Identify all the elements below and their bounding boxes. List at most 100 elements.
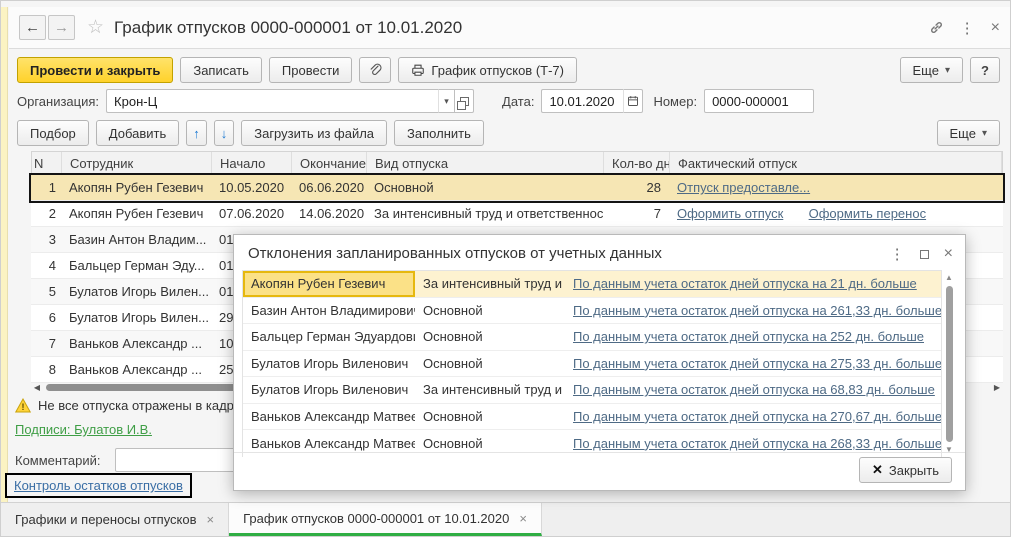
- cell-employee: Акопян Рубен Гезевич: [61, 180, 211, 195]
- move-up-button[interactable]: ↑: [186, 120, 207, 146]
- attachments-button[interactable]: [359, 57, 391, 83]
- dialog-scrollbar-thumb[interactable]: [946, 286, 953, 442]
- deviation-row[interactable]: Базин Антон Владимирович Основной По дан…: [243, 298, 941, 325]
- table-more-button[interactable]: Еще▾: [937, 120, 1000, 146]
- number-label: Номер:: [653, 94, 697, 109]
- add-label: Добавить: [109, 126, 166, 141]
- pick-button[interactable]: Подбор: [17, 120, 89, 146]
- cell-end: 06.06.2020: [291, 180, 366, 195]
- fill-button[interactable]: Заполнить: [394, 120, 484, 146]
- forward-button[interactable]: →: [48, 15, 75, 40]
- column-header-type[interactable]: Вид отпуска: [367, 152, 604, 174]
- calendar-button[interactable]: [623, 89, 643, 113]
- toolbar-more-button[interactable]: Еще▾: [900, 57, 963, 83]
- tab-close-icon[interactable]: ×: [519, 511, 527, 526]
- vacation-balance-control-link[interactable]: Контроль остатков отпусков: [14, 478, 183, 493]
- deviation-row[interactable]: Булатов Игорь Виленович За интенсивный т…: [243, 377, 941, 404]
- chevron-down-icon: ▾: [982, 128, 987, 139]
- cell-end: 14.06.2020: [291, 206, 366, 221]
- column-header-start[interactable]: Начало: [212, 152, 292, 174]
- organization-open-button[interactable]: [455, 89, 474, 113]
- get-link-icon[interactable]: [929, 20, 944, 35]
- column-header-days[interactable]: Кол-во дн.: [604, 152, 670, 174]
- fact-vacation-link[interactable]: Оформить отпуск: [677, 206, 805, 221]
- column-header-fact[interactable]: Фактический отпуск: [670, 152, 1002, 174]
- post-and-close-button[interactable]: Провести и закрыть: [17, 57, 173, 83]
- window-close-icon[interactable]: ×: [991, 19, 1000, 37]
- organization-dropdown-button[interactable]: ▾: [438, 89, 455, 113]
- deviation-link[interactable]: По данным учета остаток дней отпуска на …: [573, 409, 941, 424]
- add-button[interactable]: Добавить: [96, 120, 179, 146]
- column-header-n[interactable]: N: [32, 152, 62, 174]
- load-from-file-button[interactable]: Загрузить из файла: [241, 120, 387, 146]
- dialog-maximize-icon[interactable]: [920, 250, 929, 259]
- tab-vacation-schedule-document[interactable]: График отпусков 0000-000001 от 10.01.202…: [229, 503, 542, 536]
- deviation-link[interactable]: По данным учета остаток дней отпуска на …: [573, 356, 941, 371]
- load-from-file-label: Загрузить из файла: [254, 126, 374, 141]
- printer-icon: [411, 63, 425, 77]
- deviation-link[interactable]: По данным учета остаток дней отпуска на …: [573, 382, 935, 397]
- cell-employee: Акопян Рубен Гезевич: [243, 271, 415, 297]
- warning-text: Не все отпуска отражены в кадро: [38, 398, 241, 413]
- table-row[interactable]: 2 Акопян Рубен Гезевич 07.06.2020 14.06.…: [31, 201, 1003, 227]
- favorite-star-icon[interactable]: ☆: [87, 16, 104, 39]
- paperclip-icon: [368, 63, 382, 77]
- deviation-row[interactable]: Ваньков Александр Матвее... Основной По …: [243, 404, 941, 431]
- date-value: 10.01.2020: [549, 94, 614, 109]
- deviation-link[interactable]: По данным учета остаток дней отпуска на …: [573, 329, 924, 344]
- pick-label: Подбор: [30, 126, 76, 141]
- column-header-employee[interactable]: Сотрудник: [62, 152, 212, 174]
- post-button[interactable]: Провести: [269, 57, 353, 83]
- chevron-down-icon: ▾: [945, 65, 950, 76]
- tab-vacation-schedules-list[interactable]: Графики и переносы отпусков ×: [1, 503, 229, 536]
- deviation-row[interactable]: Бальцер Герман Эдуардович Основной По да…: [243, 324, 941, 351]
- organization-label: Организация:: [17, 94, 99, 109]
- move-down-button[interactable]: ↓: [214, 120, 235, 146]
- cell-n: 2: [31, 206, 61, 221]
- cell-vacation-type: Основной: [415, 436, 565, 451]
- post-label: Провести: [282, 63, 340, 78]
- save-button[interactable]: Записать: [180, 57, 262, 83]
- organization-input[interactable]: Крон-Ц: [106, 89, 438, 113]
- column-header-end[interactable]: Окончание: [292, 152, 367, 174]
- help-button[interactable]: ?: [970, 57, 1000, 83]
- cell-n: 6: [31, 310, 61, 325]
- scroll-left-icon[interactable]: ◀: [31, 383, 43, 392]
- cell-employee: Булатов Игорь Виленович: [243, 351, 415, 377]
- table-row-selected[interactable]: 1 Акопян Рубен Гезевич 10.05.2020 06.06.…: [31, 175, 1003, 201]
- deviation-link[interactable]: По данным учета остаток дней отпуска на …: [573, 303, 941, 318]
- date-input[interactable]: 10.01.2020: [541, 89, 623, 113]
- organization-value: Крон-Ц: [114, 94, 157, 109]
- dialog-close-icon[interactable]: ×: [944, 245, 953, 263]
- table-header: N Сотрудник Начало Окончание Вид отпуска…: [31, 151, 1003, 175]
- post-and-close-label: Провести и закрыть: [30, 63, 160, 78]
- fact-vacation-link[interactable]: Отпуск предоставле...: [677, 180, 810, 195]
- deviation-link[interactable]: По данным учета остаток дней отпуска на …: [573, 276, 917, 291]
- scroll-right-icon[interactable]: ▶: [991, 383, 1003, 392]
- dialog-close-button[interactable]: ✕ Закрыть: [859, 457, 952, 483]
- vacation-balance-control-focus-box: Контроль остатков отпусков: [5, 473, 192, 498]
- fact-transfer-link[interactable]: Оформить перенос: [809, 206, 926, 221]
- back-button[interactable]: ←: [19, 15, 46, 40]
- cell-employee: Ваньков Александр ...: [61, 336, 211, 351]
- dialog-menu-icon[interactable]: ⋮: [890, 245, 905, 263]
- cell-type: Основной: [366, 180, 603, 195]
- deviation-row-selected[interactable]: Акопян Рубен Гезевич За интенсивный труд…: [243, 271, 941, 298]
- deviation-link[interactable]: По данным учета остаток дней отпуска на …: [573, 436, 941, 451]
- fill-label: Заполнить: [407, 126, 471, 141]
- tab-close-icon[interactable]: ×: [207, 512, 215, 527]
- cell-vacation-type: За интенсивный труд и отве...: [415, 382, 565, 397]
- cell-vacation-type: Основной: [415, 409, 565, 424]
- open-windows-tabbar: Графики и переносы отпусков × График отп…: [1, 502, 1010, 536]
- print-t7-button[interactable]: График отпусков (Т-7): [398, 57, 577, 83]
- number-input[interactable]: 0000-000001: [704, 89, 814, 113]
- signatures-link[interactable]: Подписи: Булатов И.В.: [15, 422, 152, 437]
- window-menu-icon[interactable]: ⋮: [960, 19, 975, 37]
- deviation-row[interactable]: Булатов Игорь Виленович Основной По данн…: [243, 351, 941, 378]
- dialog-vertical-scrollbar[interactable]: ▲ ▼: [943, 273, 955, 455]
- cell-vacation-type: Основной: [415, 329, 565, 344]
- scroll-up-icon[interactable]: ▲: [945, 273, 953, 283]
- cell-n: 1: [31, 180, 61, 195]
- arrow-up-icon: ↑: [193, 126, 200, 141]
- chevron-down-icon: ▾: [444, 96, 449, 107]
